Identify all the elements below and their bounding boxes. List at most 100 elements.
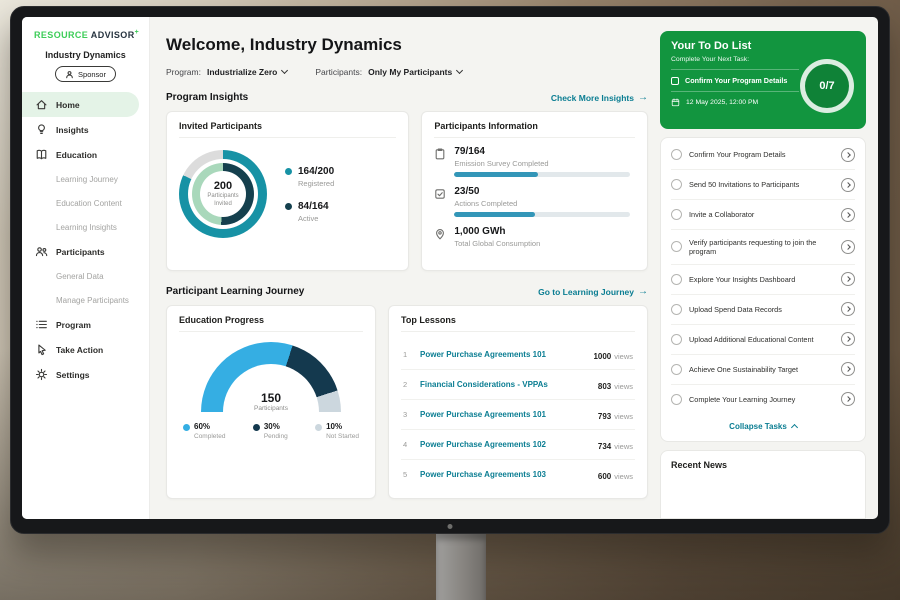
info-value: 23/50 — [454, 186, 635, 197]
sidebar-item-settings[interactable]: Settings — [22, 362, 149, 387]
lesson-views-unit: views — [614, 442, 633, 451]
checkbox-icon[interactable] — [671, 334, 682, 345]
center-column: Welcome, Industry Dynamics Program: Indu… — [166, 31, 648, 519]
donut-center-value: 200 — [214, 180, 232, 192]
checkbox-icon[interactable] — [671, 274, 682, 285]
checkbox-icon[interactable] — [671, 394, 682, 405]
task-open-button[interactable] — [841, 332, 855, 346]
task-open-button[interactable] — [841, 148, 855, 162]
legend-item-pending: 30% Pending — [253, 422, 288, 440]
checkbox-icon[interactable] — [671, 77, 679, 85]
card-title: Top Lessons — [401, 315, 635, 332]
lesson-link[interactable]: Power Purchase Agreements 102 — [420, 440, 590, 449]
check-more-insights-link[interactable]: Check More Insights → — [551, 93, 648, 103]
checkbox-icon[interactable] — [671, 149, 682, 160]
lesson-views-unit: views — [614, 382, 633, 391]
sidebar-item-education-content[interactable]: Education Content — [22, 191, 149, 215]
gauge-center-label: Participants — [201, 405, 341, 412]
main-area: Welcome, Industry Dynamics Program: Indu… — [150, 17, 878, 519]
legend-item-completed: 60% Completed — [183, 422, 225, 440]
checkbox-icon[interactable] — [671, 179, 682, 190]
legend-value: 10% — [326, 422, 359, 431]
checkbox-icon[interactable] — [671, 241, 682, 252]
legend-item-active: 84/164 Active — [285, 201, 334, 223]
task-row[interactable]: Complete Your Learning Journey — [671, 385, 855, 414]
arrow-right-icon: → — [638, 287, 648, 297]
location-pin-icon — [434, 228, 446, 240]
sidebar-item-label: Insights — [56, 125, 89, 135]
task-open-button[interactable] — [841, 208, 855, 222]
lesson-link[interactable]: Financial Considerations - VPPAs — [420, 380, 590, 389]
task-row[interactable]: Confirm Your Program Details — [671, 140, 855, 170]
checkbox-icon[interactable] — [671, 364, 682, 375]
sponsor-badge[interactable]: Sponsor — [55, 66, 116, 82]
sidebar-item-learning-insights[interactable]: Learning Insights — [22, 215, 149, 239]
go-to-learning-journey-link[interactable]: Go to Learning Journey → — [538, 287, 648, 297]
chevron-right-icon — [845, 307, 851, 313]
task-open-button[interactable] — [841, 302, 855, 316]
participants-filter[interactable]: Participants: Only My Participants — [315, 67, 462, 77]
task-open-button[interactable] — [841, 178, 855, 192]
task-row[interactable]: Invite a Collaborator — [671, 200, 855, 230]
info-value: 1,000 GWh — [454, 226, 635, 237]
sidebar-item-general-data[interactable]: General Data — [22, 264, 149, 288]
people-icon — [35, 245, 48, 258]
task-row[interactable]: Verify participants requesting to join t… — [671, 230, 855, 265]
sidebar-item-program[interactable]: Program — [22, 312, 149, 337]
gear-icon — [35, 368, 48, 381]
page-title: Welcome, Industry Dynamics — [166, 35, 648, 55]
sidebar-item-label: Program — [56, 320, 91, 330]
person-icon — [65, 70, 74, 79]
sidebar-item-manage-participants[interactable]: Manage Participants — [22, 288, 149, 312]
task-open-button[interactable] — [841, 272, 855, 286]
sidebar-item-insights[interactable]: Insights — [22, 117, 149, 142]
task-row[interactable]: Send 50 Invitations to Participants — [671, 170, 855, 200]
progress-bar — [454, 172, 629, 177]
collapse-tasks-button[interactable]: Collapse Tasks — [671, 414, 855, 439]
sidebar-nav: Home Insights Education Learning Journey — [22, 92, 149, 387]
donut-legend: 164/200 Registered 84/164 Active — [285, 166, 334, 223]
task-label: Send 50 Invitations to Participants — [689, 180, 834, 189]
legend-dot — [285, 168, 292, 175]
lesson-link[interactable]: Power Purchase Agreements 101 — [420, 350, 585, 359]
filters-row: Program: Industrialize Zero Participants… — [166, 67, 648, 77]
task-open-button[interactable] — [841, 362, 855, 376]
learning-journey-header: Participant Learning Journey Go to Learn… — [166, 286, 648, 297]
progress-bar-fill — [454, 172, 538, 177]
task-label: Upload Spend Data Records — [689, 305, 834, 314]
program-filter[interactable]: Program: Industrialize Zero — [166, 67, 287, 77]
legend-dot — [253, 424, 260, 431]
task-row[interactable]: Upload Additional Educational Content — [671, 325, 855, 355]
lesson-views: 600 — [598, 472, 611, 481]
progress-bar — [454, 212, 629, 217]
sidebar-item-take-action[interactable]: Take Action — [22, 337, 149, 362]
task-row[interactable]: Explore Your Insights Dashboard — [671, 265, 855, 295]
task-row[interactable]: Upload Spend Data Records — [671, 295, 855, 325]
sidebar-item-label: Participants — [56, 247, 105, 257]
lesson-views: 803 — [598, 382, 611, 391]
learning-cards-row: Education Progress 150 Participants — [166, 305, 648, 499]
sidebar-item-home[interactable]: Home — [22, 92, 139, 117]
task-open-button[interactable] — [841, 240, 855, 254]
lesson-rank: 3 — [403, 410, 412, 419]
lesson-row: 5 Power Purchase Agreements 103 600views — [401, 460, 635, 489]
chevron-up-icon — [791, 424, 798, 431]
todo-tasks-card: Confirm Your Program Details Send 50 Inv… — [660, 137, 866, 442]
checkbox-icon[interactable] — [671, 304, 682, 315]
lesson-link[interactable]: Power Purchase Agreements 103 — [420, 470, 590, 479]
sidebar-item-label: Education — [56, 150, 97, 160]
sidebar-item-participants[interactable]: Participants — [22, 239, 149, 264]
legend-value: 84/164 — [298, 201, 329, 212]
lesson-link[interactable]: Power Purchase Agreements 101 — [420, 410, 590, 419]
legend-item-registered: 164/200 Registered — [285, 166, 334, 188]
task-row[interactable]: Achieve One Sustainability Target — [671, 355, 855, 385]
chevron-down-icon — [456, 67, 463, 74]
sidebar-item-education[interactable]: Education — [22, 142, 149, 167]
sidebar-item-learning-journey[interactable]: Learning Journey — [22, 167, 149, 191]
todo-next-task[interactable]: Confirm Your Program Details — [671, 69, 799, 85]
task-open-button[interactable] — [841, 392, 855, 406]
section-title: Program Insights — [166, 92, 248, 103]
legend-value: 164/200 — [298, 166, 334, 177]
task-label: Confirm Your Program Details — [689, 150, 834, 159]
checkbox-icon[interactable] — [671, 209, 682, 220]
